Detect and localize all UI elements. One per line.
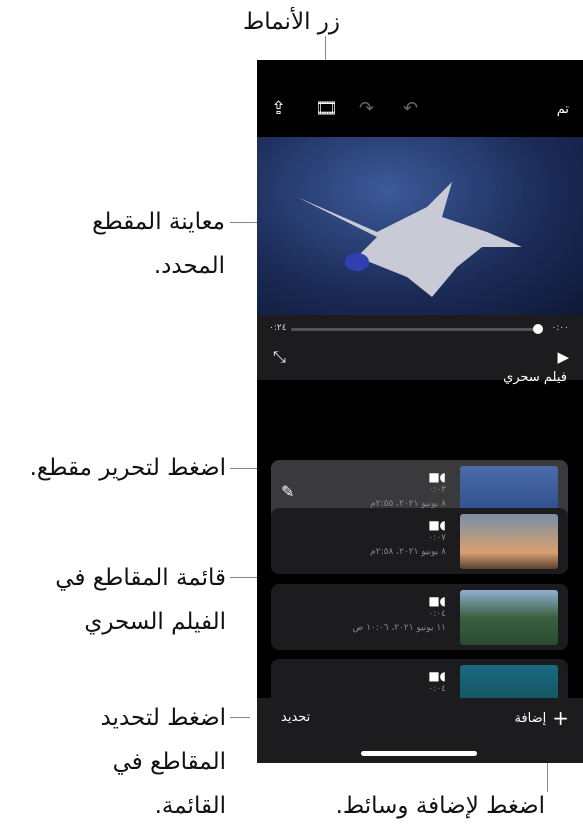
callout-line <box>230 222 260 223</box>
skydiver-image <box>297 182 522 297</box>
bottom-bar: تحديد إضافة + <box>257 698 583 763</box>
done-button[interactable]: تم <box>557 102 569 117</box>
select-button[interactable]: تحديد <box>281 710 310 725</box>
clip-duration: ٠:٠٤ <box>428 684 446 694</box>
clip-item[interactable]: ■◖ ٠:٠٤ ١١ يونيو ٢٠٢١، ١٠:٠٦ ص <box>271 584 568 650</box>
clip-preview[interactable] <box>257 137 583 315</box>
clip-duration: ٠:٠٤ <box>428 609 446 619</box>
scrubber-knob[interactable] <box>533 324 543 334</box>
edit-pencil-icon[interactable]: ✎ <box>281 482 294 501</box>
imovie-phone-screen: ⇪ 🎞 ↷ ↶ تم ٠:٢٤ ٠:٠٠ ⤡ ▶ فيلم سحري ■◖ ٠:… <box>257 60 583 763</box>
share-icon[interactable]: ⇪ <box>271 98 286 119</box>
callout-styles-button: زر الأنماط <box>242 9 340 35</box>
clip-date: ١١ يونيو ٢٠٢١، ١٠:٠٦ ص <box>352 623 446 633</box>
styles-icon[interactable]: 🎞 <box>315 98 338 119</box>
video-camera-icon: ■◖ <box>428 594 446 608</box>
callout-line <box>230 717 250 718</box>
callout-select: اضغط لتحديد المقاطع في القائمة. <box>100 705 226 819</box>
add-button[interactable]: إضافة + <box>514 706 569 730</box>
clip-duration: ٠:٠٧ <box>428 533 446 543</box>
video-camera-icon: ■◖ <box>428 669 446 683</box>
redo-icon[interactable]: ↷ <box>359 98 374 119</box>
home-indicator <box>361 751 477 756</box>
movie-title: فيلم سحري <box>503 370 567 385</box>
callout-edit-clip: اضغط لتحرير مقطع. <box>29 455 226 481</box>
clip-duration: ٠:٠٣ <box>428 485 446 495</box>
plus-icon: + <box>552 706 569 730</box>
callout-preview: معاينة المقطع المحدد. <box>92 209 225 279</box>
clip-thumbnail <box>460 514 558 569</box>
callout-add-media: اضغط لإضافة وسائط. <box>335 793 545 819</box>
remaining-time: ٠:٢٤ <box>269 323 287 333</box>
play-icon[interactable]: ▶ <box>557 348 569 366</box>
elapsed-time: ٠:٠٠ <box>551 323 569 333</box>
clip-item[interactable]: ■◖ ٠:٠٧ ٨ يونيو ٢٠٢١، ٢:٥٨م <box>271 508 568 574</box>
clip-thumbnail <box>460 590 558 645</box>
add-label: إضافة <box>514 710 547 726</box>
video-camera-icon: ■◖ <box>428 518 446 532</box>
callout-clip-list: قائمة المقاطع في الفيلم السحري <box>55 565 226 635</box>
scrubber[interactable] <box>291 324 543 334</box>
fullscreen-icon[interactable]: ⤡ <box>273 347 286 367</box>
undo-icon[interactable]: ↶ <box>403 98 418 119</box>
video-camera-icon: ■◖ <box>428 470 446 484</box>
clip-date: ٨ يونيو ٢٠٢١، ٢:٥٨م <box>370 547 446 557</box>
